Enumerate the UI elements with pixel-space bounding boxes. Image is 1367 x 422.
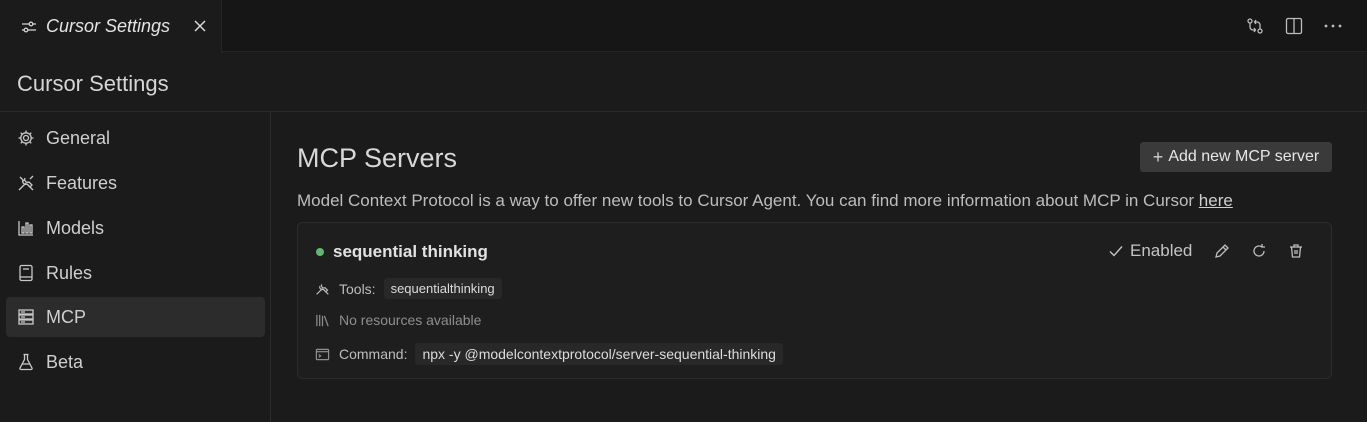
- sidebar-item-general[interactable]: General: [6, 118, 265, 158]
- sidebar-item-label: Beta: [46, 351, 84, 372]
- library-icon: [315, 313, 330, 328]
- sidebar-item-label: Features: [46, 172, 118, 193]
- tools-label: Tools:: [339, 280, 376, 297]
- refresh-icon[interactable]: [1250, 242, 1268, 260]
- book-icon: [17, 264, 35, 282]
- section-title: MCP Servers: [297, 143, 458, 173]
- trash-icon[interactable]: [1287, 242, 1305, 260]
- plus-icon: +: [1152, 146, 1164, 167]
- server-name: sequential thinking: [333, 242, 488, 261]
- add-mcp-server-button[interactable]: + Add new MCP server: [1140, 142, 1332, 172]
- close-icon[interactable]: [192, 18, 208, 34]
- compare-changes-icon[interactable]: [1245, 16, 1265, 36]
- server-icon: [17, 308, 35, 326]
- enabled-status[interactable]: Enabled: [1108, 241, 1192, 261]
- check-icon: [1108, 243, 1124, 259]
- tab-bar: Cursor Settings: [0, 0, 1367, 53]
- flask-icon: [17, 353, 35, 371]
- page-header: Cursor Settings: [0, 53, 1367, 112]
- bar-chart-icon: [17, 219, 35, 237]
- sidebar-item-mcp[interactable]: MCP: [6, 297, 265, 337]
- sidebar-item-label: MCP: [46, 306, 86, 327]
- tab-title: Cursor Settings: [46, 16, 171, 36]
- command-row: Command: npx -y @modelcontextprotocol/se…: [315, 343, 783, 365]
- tool-chip[interactable]: sequentialthinking: [383, 278, 502, 299]
- section-description: Model Context Protocol is a way to offer…: [297, 191, 1233, 211]
- sidebar-item-label: Rules: [46, 262, 93, 283]
- gear-icon: [17, 129, 35, 147]
- page-title: Cursor Settings: [17, 71, 169, 96]
- sidebar-item-label: General: [46, 127, 111, 148]
- terminal-icon: [315, 347, 330, 362]
- settings-sliders-icon: [20, 20, 38, 34]
- sidebar-item-beta[interactable]: Beta: [6, 342, 265, 382]
- command-label: Command:: [339, 346, 408, 362]
- sidebar-item-rules[interactable]: Rules: [6, 253, 265, 293]
- resources-status: No resources available: [339, 312, 482, 328]
- sidebar-item-features[interactable]: Features: [6, 163, 265, 203]
- resources-row: No resources available: [315, 312, 481, 328]
- sidebar-item-label: Models: [46, 217, 105, 238]
- sidebar-item-models[interactable]: Models: [6, 208, 265, 248]
- status-dot-icon: [316, 248, 324, 256]
- mcp-server-card: sequential thinking Enabled Tools: seque…: [297, 222, 1332, 379]
- sidebar: General Features Models Rules MCP Beta: [0, 112, 271, 422]
- more-actions-icon[interactable]: [1323, 16, 1343, 36]
- split-editor-icon[interactable]: [1284, 16, 1304, 36]
- add-mcp-server-label: Add new MCP server: [1168, 148, 1320, 165]
- command-chip[interactable]: npx -y @modelcontextprotocol/server-sequ…: [415, 343, 783, 365]
- edit-icon[interactable]: [1213, 242, 1231, 260]
- mcp-docs-link[interactable]: here: [1199, 191, 1233, 210]
- description-text: Model Context Protocol is a way to offer…: [297, 191, 1195, 210]
- tools-row: Tools: sequentialthinking: [315, 278, 502, 299]
- main-content: MCP Servers + Add new MCP server Model C…: [272, 112, 1367, 422]
- tab-cursor-settings[interactable]: Cursor Settings: [0, 0, 222, 53]
- tools-icon: [17, 174, 35, 192]
- tools-icon: [315, 281, 330, 296]
- editor-actions: [1245, 16, 1343, 36]
- enabled-label: Enabled: [1130, 241, 1193, 260]
